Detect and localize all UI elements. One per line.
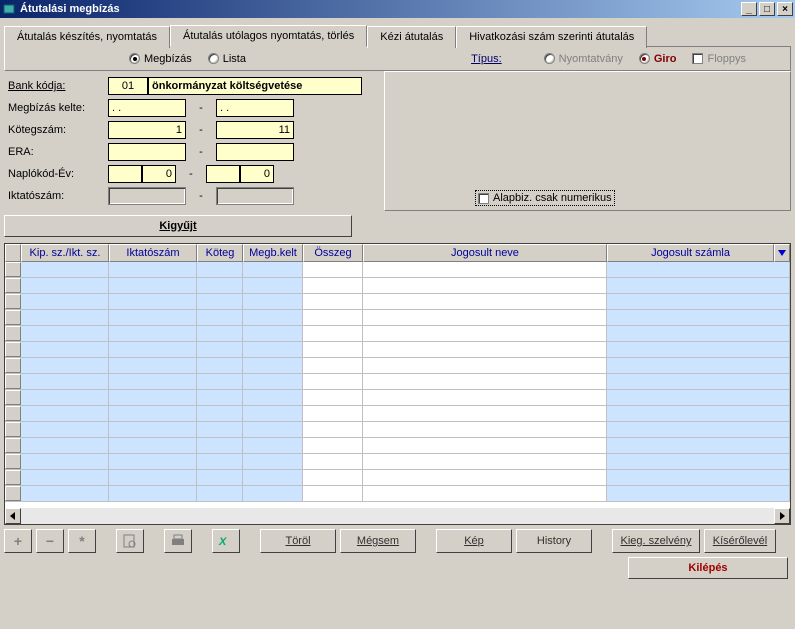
scroll-left-icon[interactable] xyxy=(5,508,21,524)
bottom-toolbar: + − * X Töröl Mégsem Kép History Kieg. s… xyxy=(4,529,791,553)
input-naplo-a[interactable] xyxy=(108,165,142,183)
excel-icon[interactable]: X xyxy=(212,529,240,553)
table-row[interactable] xyxy=(5,278,790,294)
data-grid: Kip. sz./Ikt. sz. Iktatószám Köteg Megb.… xyxy=(4,243,791,525)
table-row[interactable] xyxy=(5,438,790,454)
radio-lista[interactable]: Lista xyxy=(208,53,246,65)
col-osszeg[interactable]: Összeg xyxy=(303,244,363,262)
input-era-from[interactable] xyxy=(108,143,186,161)
remove-button[interactable]: − xyxy=(36,529,64,553)
grid-corner xyxy=(5,244,21,262)
readonly-iktato-to xyxy=(216,187,294,205)
tab-hivatkozasi[interactable]: Hivatkozási szám szerinti átutalás xyxy=(456,26,647,48)
input-kelte-to[interactable] xyxy=(216,99,294,117)
minimize-button[interactable]: _ xyxy=(741,2,757,16)
form-left: Bank kódja: Megbízás kelte: - Kötegszám:… xyxy=(4,71,384,211)
table-row[interactable] xyxy=(5,454,790,470)
kieg-button[interactable]: Kieg. szelvény xyxy=(612,529,700,553)
table-row[interactable] xyxy=(5,390,790,406)
horizontal-scrollbar[interactable] xyxy=(5,508,790,524)
table-row[interactable] xyxy=(5,262,790,278)
readonly-iktato-from xyxy=(108,187,186,205)
torol-button[interactable]: Töröl xyxy=(260,529,336,553)
table-row[interactable] xyxy=(5,486,790,502)
table-row[interactable] xyxy=(5,470,790,486)
tab-utolagos[interactable]: Átutalás utólagos nyomtatás, törlés xyxy=(170,25,367,47)
input-koteg-to[interactable] xyxy=(216,121,294,139)
app-icon xyxy=(2,2,16,16)
tab-keszites[interactable]: Átutalás készítés, nyomtatás xyxy=(4,26,170,48)
tab-strip: Átutalás készítés, nyomtatás Átutalás ut… xyxy=(4,24,791,47)
svg-text:X: X xyxy=(218,536,227,548)
table-row[interactable] xyxy=(5,326,790,342)
checkbox-floppys: Floppys xyxy=(692,53,746,65)
col-jogosult-neve[interactable]: Jogosult neve xyxy=(363,244,607,262)
table-row[interactable] xyxy=(5,374,790,390)
radio-nyomtatvany: Nyomtatvány xyxy=(544,53,623,65)
tipus-label: Típus: xyxy=(471,53,502,65)
kep-button[interactable]: Kép xyxy=(436,529,512,553)
col-iktatoszam[interactable]: Iktatószám xyxy=(109,244,197,262)
col-dropdown-icon[interactable] xyxy=(774,244,790,262)
label-megbizas-kelte: Megbízás kelte: xyxy=(8,102,108,114)
print-icon[interactable] xyxy=(164,529,192,553)
input-naplo-c[interactable] xyxy=(206,165,240,183)
table-row[interactable] xyxy=(5,294,790,310)
table-row[interactable] xyxy=(5,310,790,326)
form-right: Alapbiz. csak numerikus xyxy=(384,71,791,211)
kilepes-button[interactable]: Kilépés xyxy=(628,557,788,579)
table-row[interactable] xyxy=(5,342,790,358)
tab-kezi[interactable]: Kézi átutalás xyxy=(367,26,456,48)
grid-body[interactable] xyxy=(5,262,790,508)
title-bar: Átutalási megbízás _ □ × xyxy=(0,0,795,18)
radio-bar: Megbízás Lista Típus: Nyomtatvány Giro F… xyxy=(4,47,791,71)
label-era: ERA: xyxy=(8,146,108,158)
table-row[interactable] xyxy=(5,358,790,374)
kisero-button[interactable]: Kísérőlevél xyxy=(704,529,776,553)
radio-megbizas[interactable]: Megbízás xyxy=(129,53,192,65)
kigyujt-button[interactable]: Kigyűjt xyxy=(4,215,352,237)
preview-icon[interactable] xyxy=(116,529,144,553)
checkbox-alapbiz[interactable]: Alapbiz. csak numerikus xyxy=(475,190,615,206)
history-button[interactable]: History xyxy=(516,529,592,553)
input-naplo-d[interactable] xyxy=(240,165,274,183)
star-button[interactable]: * xyxy=(68,529,96,553)
table-row[interactable] xyxy=(5,406,790,422)
label-naplokod: Naplókód-Év: xyxy=(8,168,108,180)
col-koteg[interactable]: Köteg xyxy=(197,244,243,262)
col-kip[interactable]: Kip. sz./Ikt. sz. xyxy=(21,244,109,262)
input-naplo-b[interactable] xyxy=(142,165,176,183)
col-jogosult-szamla[interactable]: Jogosult számla xyxy=(607,244,774,262)
close-button[interactable]: × xyxy=(777,2,793,16)
input-bank-kodja-text[interactable] xyxy=(148,77,362,95)
input-koteg-from[interactable] xyxy=(108,121,186,139)
input-kelte-from[interactable] xyxy=(108,99,186,117)
add-button[interactable]: + xyxy=(4,529,32,553)
input-bank-kodja[interactable] xyxy=(108,77,148,95)
label-kotegszam: Kötegszám: xyxy=(8,124,108,136)
label-bank-kodja: Bank kódja: xyxy=(8,80,108,92)
label-iktatoszam: Iktatószám: xyxy=(8,190,108,202)
table-row[interactable] xyxy=(5,422,790,438)
input-era-to[interactable] xyxy=(216,143,294,161)
radio-giro[interactable]: Giro xyxy=(639,53,677,65)
col-megbkelt[interactable]: Megb.kelt xyxy=(243,244,303,262)
megsem-button[interactable]: Mégsem xyxy=(340,529,416,553)
maximize-button[interactable]: □ xyxy=(759,2,775,16)
window-title: Átutalási megbízás xyxy=(20,3,741,15)
scroll-right-icon[interactable] xyxy=(774,508,790,524)
